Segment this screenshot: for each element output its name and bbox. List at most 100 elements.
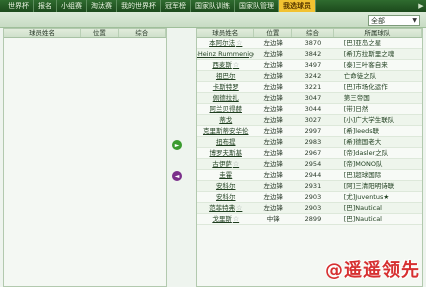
- player-name: 戈里斯: [212, 214, 232, 223]
- col-header-position: 位置: [81, 29, 119, 37]
- nav-item[interactable]: 国家队训练: [191, 0, 235, 12]
- nav-item[interactable]: 我的世界杯: [117, 0, 161, 12]
- player-position: 左边锋: [263, 138, 284, 146]
- player-team: [希]德国老大: [343, 138, 382, 146]
- table-row[interactable]: 范菲特弗 ☆ 左边锋 2903 [巴]Nautical: [197, 203, 422, 214]
- player-name-link[interactable]: Karl-Heinz Rummenigge☆: [197, 49, 254, 59]
- nav-item[interactable]: 冠军榜: [161, 0, 191, 12]
- player-team: [泰]三叶客自来: [343, 61, 388, 69]
- player-name-link[interactable]: 戈里斯 ☆: [197, 214, 254, 224]
- player-name-link[interactable]: 安科尔: [197, 192, 254, 202]
- nav-item[interactable]: 淘汰赛: [87, 0, 117, 12]
- player-team: [希]方拉斯里之魂: [343, 50, 395, 58]
- player-team: [带]日然: [343, 105, 369, 113]
- player-position: 左边锋: [263, 72, 284, 80]
- star-icon: ☆: [236, 38, 243, 47]
- table-row[interactable]: 佩德拉扎 左边锋 3047 第三帝国: [197, 93, 422, 104]
- col-header-team: 所属球队: [334, 29, 422, 37]
- table-row[interactable]: 安科尔 左边锋 2903 [尤]Juventus★: [197, 192, 422, 203]
- player-name-link[interactable]: 古伊萨 ☆: [197, 159, 254, 169]
- table-row[interactable]: 蒂戈 左边锋 3027 [小]广大学生联队: [197, 115, 422, 126]
- player-name-link[interactable]: 博罗夫斯基: [197, 148, 254, 158]
- player-name-link[interactable]: 阿兰贝得赫: [197, 104, 254, 114]
- player-name: 卡斯特罗: [212, 82, 239, 91]
- player-team: [巴]Nautical: [343, 215, 382, 223]
- player-position: 左边锋: [263, 105, 284, 113]
- player-rating: 2903: [304, 204, 322, 212]
- player-rating: 2903: [304, 193, 322, 201]
- nav-item[interactable]: 小组赛: [57, 0, 87, 12]
- table-row[interactable]: 安科尔 左边锋 2931 [阿]三清阳明诗联: [197, 181, 422, 192]
- player-rating: 3027: [304, 116, 322, 124]
- player-position: 中锋: [266, 215, 280, 223]
- player-name: 古伊萨: [212, 159, 232, 168]
- player-rating: 3842: [304, 50, 322, 58]
- add-player-button[interactable]: ►: [172, 140, 182, 150]
- star-icon: ☆: [232, 60, 240, 69]
- table-row[interactable]: 本阿尔法 ☆ 左边锋 3870 [巴]亚岛之星: [197, 38, 422, 49]
- player-team: [帝]MONO队: [343, 160, 383, 168]
- player-name-link[interactable]: 祖巴尔: [197, 71, 254, 81]
- player-position: 左边锋: [263, 182, 284, 190]
- star-icon: ☆: [232, 159, 240, 168]
- player-rating: 2931: [304, 182, 322, 190]
- table-row[interactable]: 卡斯特罗 左边锋 3221 [巴]市场化运作: [197, 82, 422, 93]
- player-name-link[interactable]: 范菲特弗 ☆: [197, 203, 254, 213]
- player-position: 左边锋: [263, 39, 284, 47]
- player-name: 范菲特弗: [209, 203, 236, 212]
- table-row[interactable]: 西麦斯 ☆ 左边锋 3497 [泰]三叶客自来: [197, 60, 422, 71]
- player-rating: 3047: [304, 94, 322, 102]
- player-name-link[interactable]: 蒂戈: [197, 115, 254, 125]
- star-icon: ☆: [232, 214, 240, 223]
- table-row[interactable]: 戈里斯 ☆ 中锋 2899 [巴]Nautical: [197, 214, 422, 225]
- player-name: 安科尔: [215, 192, 236, 201]
- table-row[interactable]: 圭霍 左边锋 2944 [巴]超球国际: [197, 170, 422, 181]
- player-name: 博罗夫斯基: [209, 148, 242, 157]
- player-rating: 3221: [304, 83, 322, 91]
- table-row[interactable]: 克里斯蒂安华伦 左边锋 2997 [希]leeds联: [197, 126, 422, 137]
- player-position: 左边锋: [263, 83, 284, 91]
- player-team: [阿]三清阳明诗联: [343, 182, 395, 190]
- player-name-link[interactable]: 安科尔: [197, 181, 254, 191]
- filter-bar: 全部 ▼: [0, 12, 426, 28]
- right-table-body: 本阿尔法☆左边锋3870[巴]亚岛之星Karl-Heinz Rummenigge…: [197, 38, 422, 225]
- position-filter-select[interactable]: 全部 ▼: [368, 15, 420, 26]
- table-row[interactable]: 阿兰贝得赫 左边锋 3044 [带]日然: [197, 104, 422, 115]
- player-name-link[interactable]: 扭布提: [197, 137, 254, 147]
- player-rating: 2954: [304, 160, 322, 168]
- player-name-link[interactable]: 圭霍: [197, 170, 254, 180]
- star-icon: ☆: [236, 203, 243, 212]
- player-name-link[interactable]: 克里斯蒂安华伦: [197, 126, 254, 136]
- right-table-header: 球员姓名 位置 综合 所属球队: [197, 29, 422, 38]
- player-rating: 2899: [304, 215, 322, 223]
- table-row[interactable]: 扭布提 左边锋 2983 [希]德国老大: [197, 137, 422, 148]
- player-rating: 3044: [304, 105, 322, 113]
- player-name: 阿兰贝得赫: [209, 104, 242, 113]
- player-team: [希]leeds联: [343, 127, 380, 135]
- available-players-panel: 球员姓名 位置 综合 所属球队 本阿尔法☆左边锋3870[巴]亚岛之星Karl-…: [196, 28, 423, 287]
- remove-player-button[interactable]: ◄: [172, 171, 182, 181]
- player-position: 左边锋: [263, 61, 284, 69]
- player-name-link[interactable]: 佩德拉扎: [197, 93, 254, 103]
- table-row[interactable]: 博罗夫斯基 左边锋 2967 [帝]dasler之队: [197, 148, 422, 159]
- table-row[interactable]: Karl-Heinz Rummenigge☆ 左边锋 3842 [希]方拉斯里之魂: [197, 49, 422, 60]
- nav-end-icon: ▶: [418, 2, 424, 10]
- player-team: [巴]市场化运作: [343, 83, 388, 91]
- nav-item[interactable]: 报名: [34, 0, 57, 12]
- nav-item[interactable]: 我选球员: [279, 0, 316, 12]
- player-name: 蒂戈: [219, 115, 233, 124]
- player-name-link[interactable]: 本阿尔法 ☆: [197, 38, 254, 48]
- player-position: 左边锋: [263, 160, 284, 168]
- table-row[interactable]: 祖巴尔 左边锋 3242 亡命徒之队: [197, 71, 422, 82]
- player-name: 圭霍: [219, 170, 233, 179]
- top-nav: 世界杯 报名 小组赛 淘汰赛 我的世界杯 冠军榜 国家队训练 国家队管理 我选球员 ▶: [0, 0, 426, 12]
- nav-item[interactable]: 世界杯: [4, 0, 34, 12]
- player-name-link[interactable]: 卡斯特罗: [197, 82, 254, 92]
- table-row[interactable]: 古伊萨 ☆ 左边锋 2954 [帝]MONO队: [197, 159, 422, 170]
- player-rating: 2997: [304, 127, 322, 135]
- nav-item[interactable]: 国家队管理: [235, 0, 279, 12]
- player-team: 第三帝国: [343, 94, 370, 102]
- player-name-link[interactable]: 西麦斯 ☆: [197, 60, 254, 70]
- watermark: @遥遥领先: [325, 260, 420, 281]
- player-position: 左边锋: [263, 149, 284, 157]
